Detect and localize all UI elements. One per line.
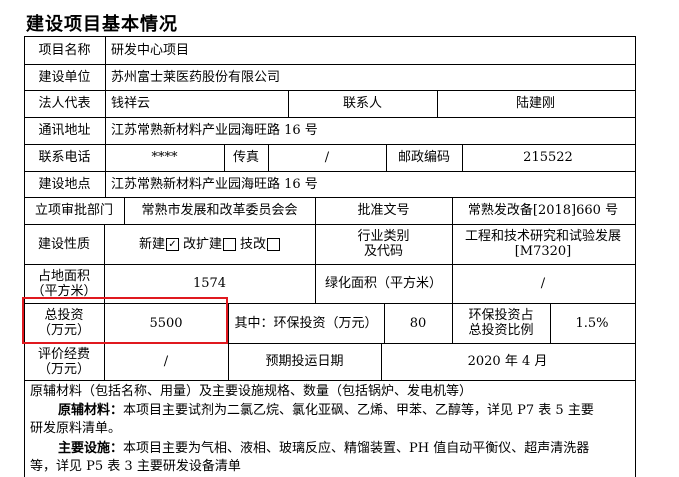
option-expand-checkbox[interactable] (223, 237, 236, 251)
evaluation-fee-label-line1: 评价经费 (37, 346, 90, 362)
builder-value: 苏州富士莱医药股份有限公司 (111, 69, 281, 85)
industry-label: 行业类别 及代码 (315, 224, 452, 264)
env-investment-value: 80 (409, 315, 427, 331)
total-investment-highlight (22, 297, 228, 344)
equipment-paragraph: 主要设施：本项目主要为气相、液相、玻璃反应、精馏装置、PH 值自动平衡仪、超声清… (58, 440, 589, 457)
approval-doc-value: 常熟发改备[2018]660 号 (467, 203, 619, 218)
approval-doc-label: 批准文号 (357, 203, 410, 218)
equipment-text: 本项目主要为气相、液相、玻璃反应、精馏装置、PH 值自动平衡仪、超声清洗器 (123, 441, 590, 456)
nature-options: 新建 ✓ 改扩建 技改 (104, 224, 315, 264)
evaluation-fee-label-line2: （万元） (37, 361, 90, 377)
evaluation-fee-label: 评价经费 （万元） (24, 343, 104, 380)
env-ratio-label-line1: 环保投资占 (468, 308, 534, 323)
industry-label-line2: 及代码 (363, 244, 403, 259)
phone-label: 联系电话 (38, 150, 91, 165)
address-value: 江苏常熟新材料产业园海旺路 16 号 (111, 123, 318, 138)
env-ratio-label-line2: 总投资比例 (468, 323, 534, 338)
fax-value: / (324, 150, 330, 165)
legal-rep-label: 法人代表 (38, 96, 91, 111)
operation-date-label: 预期投运日期 (265, 354, 344, 369)
option-expand-label: 改扩建 (182, 236, 222, 252)
page-title: 建设项目基本情况 (26, 14, 178, 35)
equipment-label: 主要设施： (58, 441, 124, 456)
env-ratio-value: 1.5% (575, 315, 609, 331)
materials-heading: 原辅材料（包括名称、用量）及主要设施规格、数量（包括锅炉、发电机等） (30, 384, 473, 399)
green-area-value: / (540, 276, 546, 291)
option-new-checkbox[interactable]: ✓ (165, 237, 179, 251)
industry-value-line2: [M7320] (514, 244, 572, 259)
green-area-label: 绿化面积（平方米） (324, 276, 442, 291)
industry-value-line1: 工程和技术研究和试验发展 (464, 229, 621, 244)
industry-value: 工程和技术研究和试验发展 [M7320] (452, 224, 634, 264)
site-value: 江苏常熟新材料产业园海旺路 16 号 (111, 176, 318, 192)
option-tech-checkbox[interactable] (267, 237, 281, 251)
materials-label: 原辅材料： (58, 403, 124, 418)
legal-rep-value: 钱祥云 (111, 96, 151, 111)
approval-dept-label: 立项审批部门 (34, 203, 113, 218)
nature-label: 建设性质 (37, 236, 90, 252)
env-investment-label: 其中：环保投资（万元） (234, 315, 378, 331)
fax-label: 传真 (232, 150, 259, 165)
option-new-label: 新建 (138, 236, 165, 252)
site-label: 建设地点 (38, 176, 91, 192)
option-tech-label: 技改 (240, 236, 267, 252)
contact-label: 联系人 (342, 96, 382, 111)
project-name-label: 项目名称 (38, 42, 91, 58)
builder-label: 建设单位 (38, 69, 91, 85)
address-label: 通讯地址 (38, 123, 91, 138)
materials-text: 本项目主要试剂为二氯乙烷、氯化亚砜、乙烯、甲苯、乙醇等，详见 P7 表 5 主要 (123, 403, 594, 418)
env-ratio-label: 环保投资占 总投资比例 (452, 303, 550, 343)
project-name-value: 研发中心项目 (111, 42, 190, 58)
equipment-text-cont: 等，详见 P5 表 3 主要研发设备清单 (30, 459, 241, 474)
row-divider (24, 380, 635, 381)
zip-value: 215522 (523, 150, 573, 165)
contact-value: 陆建刚 (515, 96, 555, 111)
phone-value: **** (151, 150, 178, 165)
operation-date-value: 2020 年 4 月 (467, 354, 548, 369)
materials-text-cont: 研发原料清单。 (30, 421, 122, 436)
approval-dept-value: 常熟市发展和改革委员会会 (141, 203, 298, 218)
industry-label-line1: 行业类别 (357, 229, 410, 244)
zip-label: 邮政编码 (397, 150, 450, 165)
area-label-line1: 占地面积 (37, 268, 90, 284)
materials-paragraph: 原辅材料：本项目主要试剂为二氯乙烷、氯化亚砜、乙烯、甲苯、乙醇等，详见 P7 表… (58, 402, 594, 419)
evaluation-fee-value: / (163, 354, 169, 369)
